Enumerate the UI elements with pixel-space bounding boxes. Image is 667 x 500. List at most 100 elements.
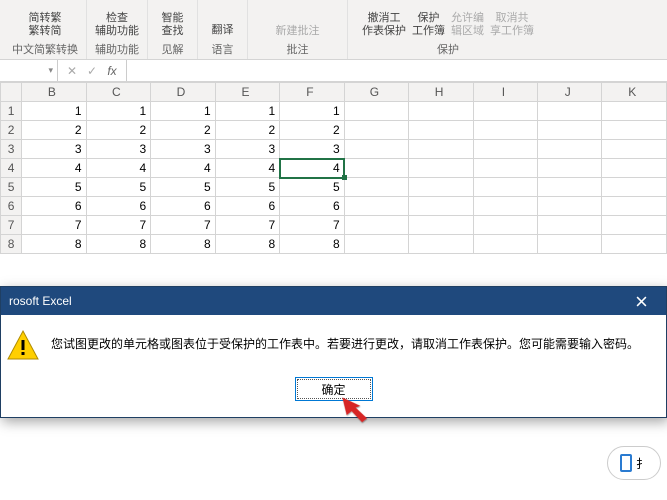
- column-header[interactable]: H: [409, 83, 474, 102]
- row-header[interactable]: 6: [1, 197, 22, 216]
- cell[interactable]: [409, 159, 474, 178]
- cell[interactable]: [409, 121, 474, 140]
- cell[interactable]: [473, 102, 537, 121]
- cell[interactable]: 1: [151, 102, 216, 121]
- ribbon-btn-protect-workbook[interactable]: 保护 工作簿: [412, 12, 445, 37]
- column-header[interactable]: I: [473, 83, 537, 102]
- cell[interactable]: 2: [151, 121, 216, 140]
- cell[interactable]: [473, 235, 537, 254]
- cell[interactable]: [538, 235, 602, 254]
- cell[interactable]: 6: [22, 197, 87, 216]
- cell[interactable]: 7: [151, 216, 216, 235]
- cell[interactable]: 7: [215, 216, 280, 235]
- cell[interactable]: [409, 140, 474, 159]
- cell[interactable]: 4: [280, 159, 344, 178]
- cell[interactable]: 2: [215, 121, 280, 140]
- cell[interactable]: [602, 121, 667, 140]
- cell[interactable]: 4: [215, 159, 280, 178]
- cell[interactable]: [538, 178, 602, 197]
- column-header[interactable]: K: [602, 83, 667, 102]
- cell[interactable]: 4: [151, 159, 216, 178]
- cell[interactable]: [538, 197, 602, 216]
- ribbon-btn-smart-lookup[interactable]: 智能 查找: [162, 12, 184, 37]
- cell[interactable]: [602, 197, 667, 216]
- cell[interactable]: 1: [215, 102, 280, 121]
- cell[interactable]: [409, 216, 474, 235]
- select-all-corner[interactable]: [1, 83, 22, 102]
- cell[interactable]: 3: [280, 140, 344, 159]
- cell[interactable]: [473, 121, 537, 140]
- cell[interactable]: 5: [86, 178, 151, 197]
- row-header[interactable]: 1: [1, 102, 22, 121]
- cell[interactable]: [538, 102, 602, 121]
- cell[interactable]: 2: [280, 121, 344, 140]
- cell[interactable]: [344, 159, 409, 178]
- ribbon-btn-zhconvert[interactable]: 简转繁 繁转简: [29, 12, 62, 37]
- cell[interactable]: 2: [22, 121, 87, 140]
- cell[interactable]: [473, 178, 537, 197]
- cell[interactable]: 8: [215, 235, 280, 254]
- spreadsheet-grid[interactable]: BCDEFGHIJK111111222222333333444444555555…: [0, 82, 667, 254]
- cell[interactable]: 6: [86, 197, 151, 216]
- cell[interactable]: [602, 140, 667, 159]
- cell[interactable]: 6: [151, 197, 216, 216]
- ribbon-btn-check-accessibility[interactable]: 检查 辅助功能: [95, 12, 139, 37]
- cell[interactable]: 6: [280, 197, 344, 216]
- cell[interactable]: 1: [22, 102, 87, 121]
- cell[interactable]: [344, 235, 409, 254]
- cell[interactable]: 1: [280, 102, 344, 121]
- cell[interactable]: [602, 102, 667, 121]
- cell[interactable]: [602, 159, 667, 178]
- cell[interactable]: [602, 235, 667, 254]
- cell[interactable]: [473, 197, 537, 216]
- cell[interactable]: 3: [22, 140, 87, 159]
- column-header[interactable]: J: [538, 83, 602, 102]
- column-header[interactable]: E: [215, 83, 280, 102]
- cell[interactable]: 8: [86, 235, 151, 254]
- cell[interactable]: [538, 159, 602, 178]
- cell[interactable]: 8: [280, 235, 344, 254]
- cell[interactable]: 8: [151, 235, 216, 254]
- cell[interactable]: [473, 140, 537, 159]
- cell[interactable]: 4: [22, 159, 87, 178]
- cell[interactable]: 3: [215, 140, 280, 159]
- column-header[interactable]: B: [22, 83, 87, 102]
- name-box[interactable]: ▾: [0, 60, 58, 81]
- cell[interactable]: 5: [280, 178, 344, 197]
- row-header[interactable]: 5: [1, 178, 22, 197]
- cell[interactable]: [344, 140, 409, 159]
- cell[interactable]: [409, 235, 474, 254]
- cell[interactable]: 5: [22, 178, 87, 197]
- row-header[interactable]: 3: [1, 140, 22, 159]
- column-header[interactable]: D: [151, 83, 216, 102]
- cell[interactable]: [538, 216, 602, 235]
- cell[interactable]: 1: [86, 102, 151, 121]
- cell[interactable]: [344, 197, 409, 216]
- cell[interactable]: 7: [280, 216, 344, 235]
- name-box-input[interactable]: [4, 64, 46, 78]
- cell[interactable]: 7: [22, 216, 87, 235]
- formula-input[interactable]: [133, 64, 661, 78]
- dialog-close-button[interactable]: [624, 290, 658, 312]
- cell[interactable]: [538, 140, 602, 159]
- row-header[interactable]: 8: [1, 235, 22, 254]
- ribbon-btn-translate[interactable]: 翻译: [212, 24, 234, 37]
- cell[interactable]: 8: [22, 235, 87, 254]
- cell[interactable]: [344, 178, 409, 197]
- row-header[interactable]: 2: [1, 121, 22, 140]
- ok-button[interactable]: 确定: [295, 377, 373, 401]
- side-app-bubble[interactable]: 扌: [607, 446, 661, 480]
- cell[interactable]: [473, 216, 537, 235]
- cell[interactable]: [538, 121, 602, 140]
- column-header[interactable]: C: [86, 83, 151, 102]
- cell[interactable]: 5: [215, 178, 280, 197]
- column-header[interactable]: F: [280, 83, 344, 102]
- cell[interactable]: 5: [151, 178, 216, 197]
- cell[interactable]: [344, 216, 409, 235]
- cell[interactable]: 6: [215, 197, 280, 216]
- row-header[interactable]: 7: [1, 216, 22, 235]
- ribbon-btn-unprotect-sheet[interactable]: 撤消工 作表保护: [362, 12, 406, 37]
- name-box-dropdown-icon[interactable]: ▾: [48, 65, 53, 76]
- row-header[interactable]: 4: [1, 159, 22, 178]
- cell[interactable]: [602, 216, 667, 235]
